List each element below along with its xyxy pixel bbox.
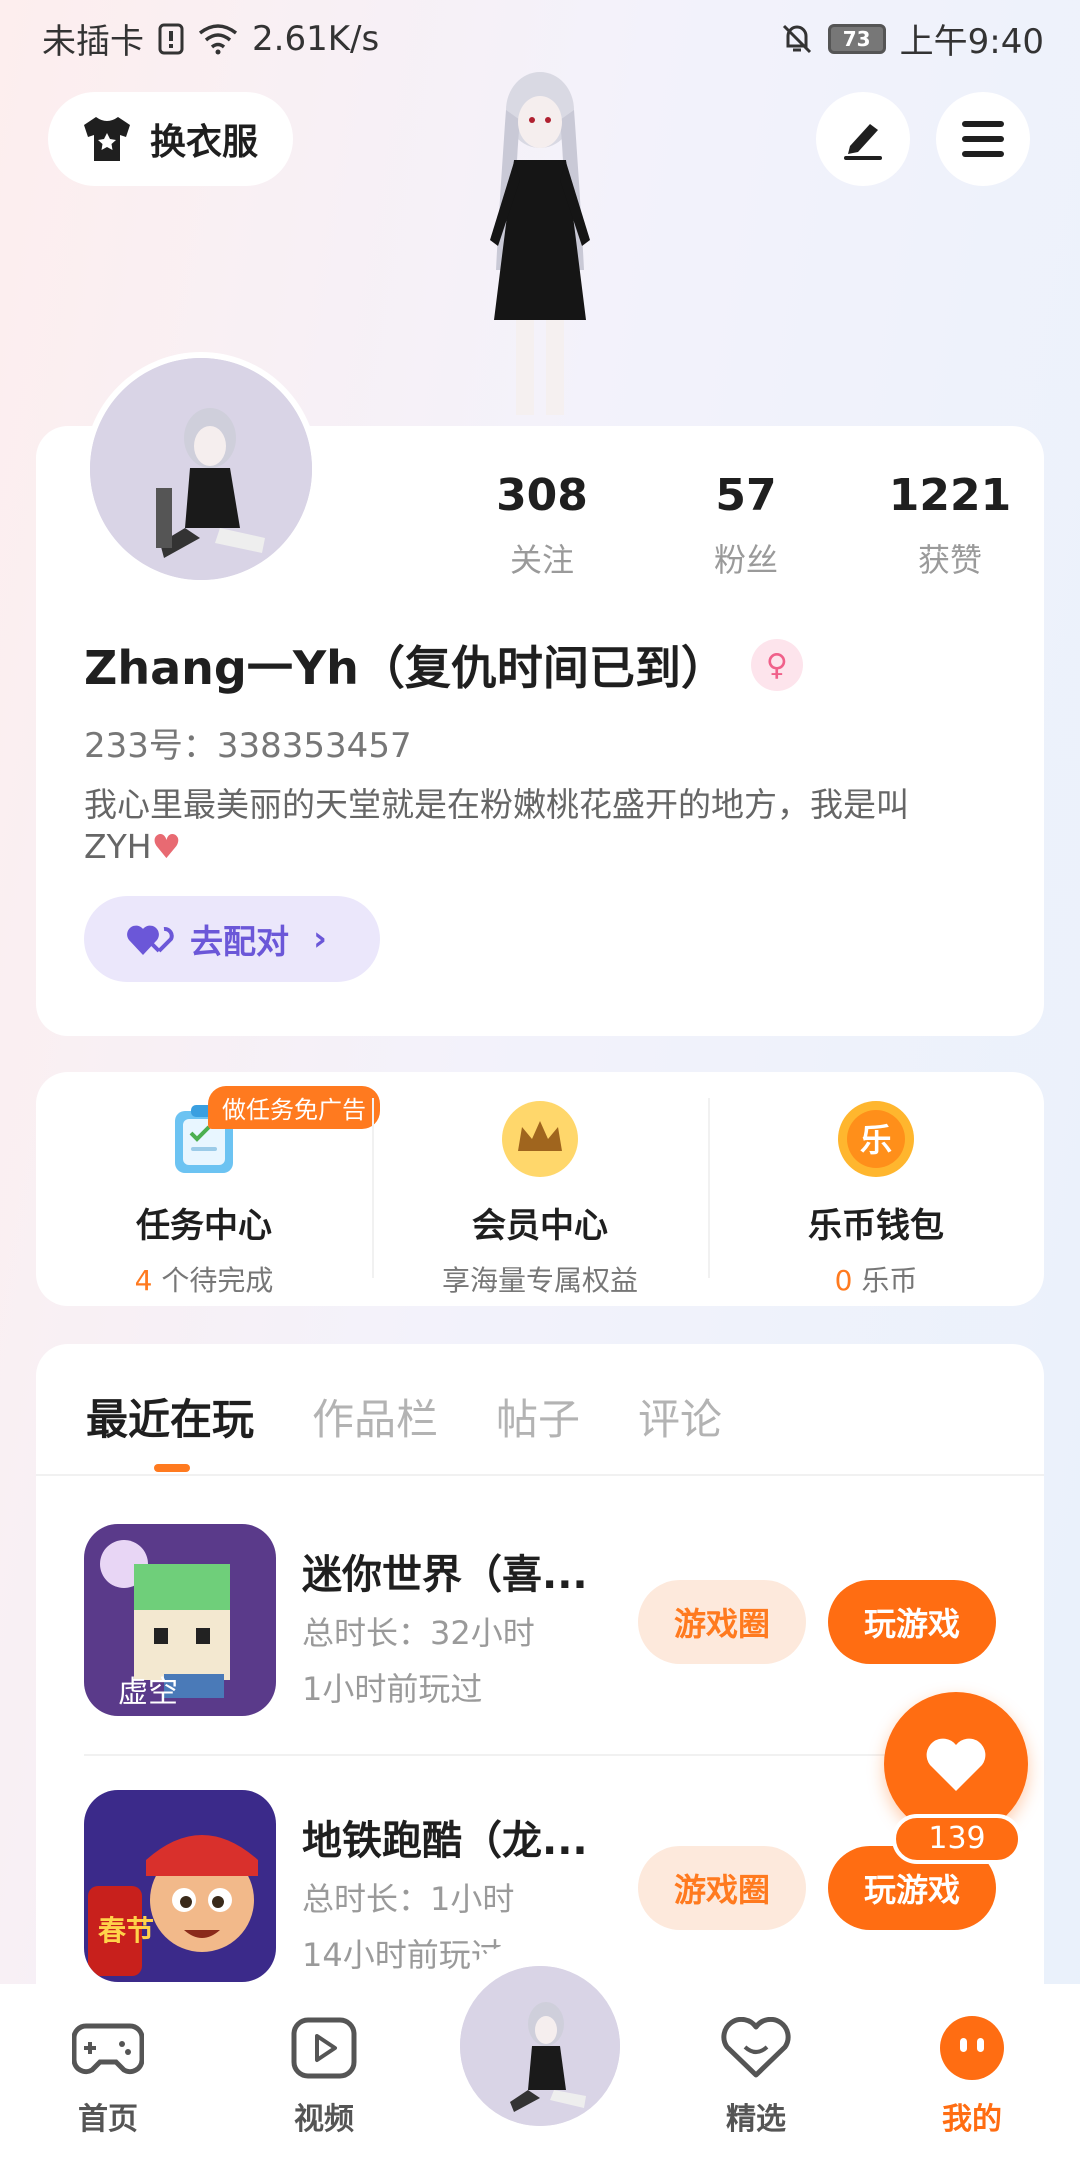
edit-profile-button[interactable] — [816, 92, 910, 186]
chevron-right-icon: › — [313, 919, 328, 959]
coin-count: 0 — [834, 1264, 853, 1297]
mini-world-game-icon: 虚空 — [84, 1524, 276, 1716]
game-last-played: 1小时前玩过 — [302, 1670, 483, 1708]
svg-text:乐: 乐 — [860, 1121, 892, 1159]
game-playtime: 总时长：1小时 — [302, 1880, 515, 1918]
member-center-title: 会员中心 — [472, 1206, 608, 1246]
female-gender-icon: ♀ — [750, 639, 803, 691]
subway-surfers-game-icon: 春节 — [84, 1790, 276, 1982]
task-center-sub: 4 个待完成 — [36, 1259, 372, 1299]
status-bar: 未插卡 2.61K/s 73 上午9:40 — [0, 0, 1080, 80]
task-center[interactable]: 做任务免广告 任务中心 4 个待完成 — [36, 1072, 380, 1306]
member-center[interactable]: 会员中心 享海量专属权益 — [372, 1072, 708, 1306]
active-tab-indicator — [154, 1464, 190, 1472]
change-outfit-button[interactable]: 换衣服 — [48, 92, 293, 186]
nav-featured[interactable]: 精选 — [696, 2010, 816, 2138]
coin-wallet-sub: 0 乐币 — [708, 1259, 1044, 1299]
username-row: Zhang一Yh（复仇时间已到） ♀ — [84, 632, 803, 698]
coin-icon: 乐 — [835, 1098, 917, 1180]
nav-home-label: 首页 — [78, 2102, 138, 2137]
game-name: 地铁跑酷（龙... — [302, 1818, 588, 1864]
nav-mine-label: 我的 — [942, 2102, 1002, 2137]
sim-icon — [158, 23, 184, 54]
like-count-badge: 139 — [892, 1814, 1022, 1864]
row-divider — [84, 1754, 994, 1756]
stat-following-count: 308 — [496, 470, 588, 521]
user-id[interactable]: 233号：338353457 — [84, 718, 412, 767]
stat-fans[interactable]: 57 粉丝 — [644, 470, 848, 581]
heart-emoji-icon: ♥ — [151, 827, 182, 866]
task-sub-text: 个待完成 — [152, 1264, 274, 1297]
bio-text: 我心里最美丽的天堂就是在粉嫩桃花盛开的地方，我是叫ZYH — [84, 785, 909, 866]
battery-indicator: 73 — [827, 23, 886, 54]
nav-home[interactable]: 首页 — [48, 2010, 168, 2138]
shirt-icon — [84, 117, 130, 161]
status-left: 未插卡 2.61K/s — [42, 14, 379, 63]
nav-video-label: 视频 — [294, 2102, 354, 2137]
status-right: 73 上午9:40 — [780, 14, 1044, 63]
mute-bell-icon — [782, 24, 811, 53]
avatar-character-figure[interactable] — [430, 70, 650, 425]
tab-recent-played[interactable]: 最近在玩 — [86, 1386, 254, 1447]
hamburger-icon — [962, 121, 1004, 157]
no-ads-badge: 做任务免广告 — [208, 1086, 380, 1129]
pen-icon — [844, 124, 882, 160]
game-circle-button[interactable]: 游戏圈 — [638, 1580, 806, 1664]
tab-works[interactable]: 作品栏 — [312, 1386, 438, 1447]
play-video-icon — [286, 2010, 362, 2086]
tab-posts[interactable]: 帖子 — [496, 1386, 580, 1447]
gamepad-icon — [70, 2010, 146, 2086]
nav-mine[interactable]: 我的 — [912, 2010, 1032, 2138]
coin-wallet[interactable]: 乐 乐币钱包 0 乐币 — [708, 1072, 1044, 1306]
services-card: 做任务免广告 任务中心 4 个待完成 会员中心 享海量专属权益 乐 乐币钱包 0… — [36, 1072, 1044, 1306]
change-outfit-label: 换衣服 — [150, 122, 259, 163]
username: Zhang一Yh（复仇时间已到） — [84, 641, 727, 695]
coin-wallet-title: 乐币钱包 — [808, 1206, 944, 1246]
stat-fans-label: 粉丝 — [713, 541, 778, 579]
heart-icon — [926, 1738, 986, 1791]
avatar-image — [90, 358, 312, 580]
coin-sub-text: 乐币 — [852, 1264, 918, 1297]
nav-featured-label: 精选 — [726, 2102, 786, 2137]
game-playtime: 总时长：32小时 — [302, 1614, 535, 1652]
stat-following-label: 关注 — [509, 541, 574, 579]
game-row[interactable]: 虚空 迷你世界（喜... 总时长：32小时 1小时前玩过 游戏圈 玩游戏 — [84, 1524, 1044, 1720]
game-name: 迷你世界（喜... — [302, 1552, 588, 1598]
game-circle-button[interactable]: 游戏圈 — [638, 1846, 806, 1930]
match-button[interactable]: 去配对 › — [84, 896, 380, 982]
menu-button[interactable] — [936, 92, 1030, 186]
nav-center-avatar[interactable] — [456, 1962, 624, 2130]
stat-likes-label: 获赞 — [917, 541, 982, 579]
clock: 上午9:40 — [899, 22, 1044, 62]
center-avatar-image — [460, 1966, 620, 2126]
play-game-button[interactable]: 玩游戏 — [828, 1580, 996, 1664]
profile-tabs: 最近在玩 作品栏 帖子 评论 — [86, 1386, 722, 1447]
crown-icon — [499, 1098, 581, 1180]
carrier-text: 未插卡 — [42, 22, 144, 62]
stat-following[interactable]: 308 关注 — [440, 470, 644, 581]
hearts-icon — [127, 925, 174, 955]
stat-likes[interactable]: 1221 获赞 — [848, 470, 1052, 581]
network-speed: 2.61K/s — [252, 18, 380, 59]
stat-fans-count: 57 — [715, 470, 777, 521]
match-label: 去配对 — [190, 922, 289, 961]
svg-text:虚空: 虚空 — [118, 1675, 178, 1710]
nav-video[interactable]: 视频 — [264, 2010, 384, 2138]
heart-chat-icon — [718, 2010, 794, 2086]
task-center-title: 任务中心 — [136, 1206, 272, 1246]
wifi-icon — [198, 23, 238, 54]
smile-face-icon — [934, 2010, 1010, 2086]
stat-likes-count: 1221 — [888, 470, 1012, 521]
member-center-sub: 享海量专属权益 — [441, 1264, 638, 1297]
tab-comments[interactable]: 评论 — [638, 1386, 722, 1447]
profile-stats: 308 关注 57 粉丝 1221 获赞 — [440, 470, 1052, 581]
svg-text:春节: 春节 — [98, 1914, 154, 1947]
profile-bio: 我心里最美丽的天堂就是在粉嫩桃花盛开的地方，我是叫ZYH♥ — [84, 784, 984, 868]
tabs-divider — [36, 1474, 1044, 1476]
profile-avatar[interactable] — [84, 352, 318, 586]
task-count: 4 — [134, 1264, 153, 1297]
